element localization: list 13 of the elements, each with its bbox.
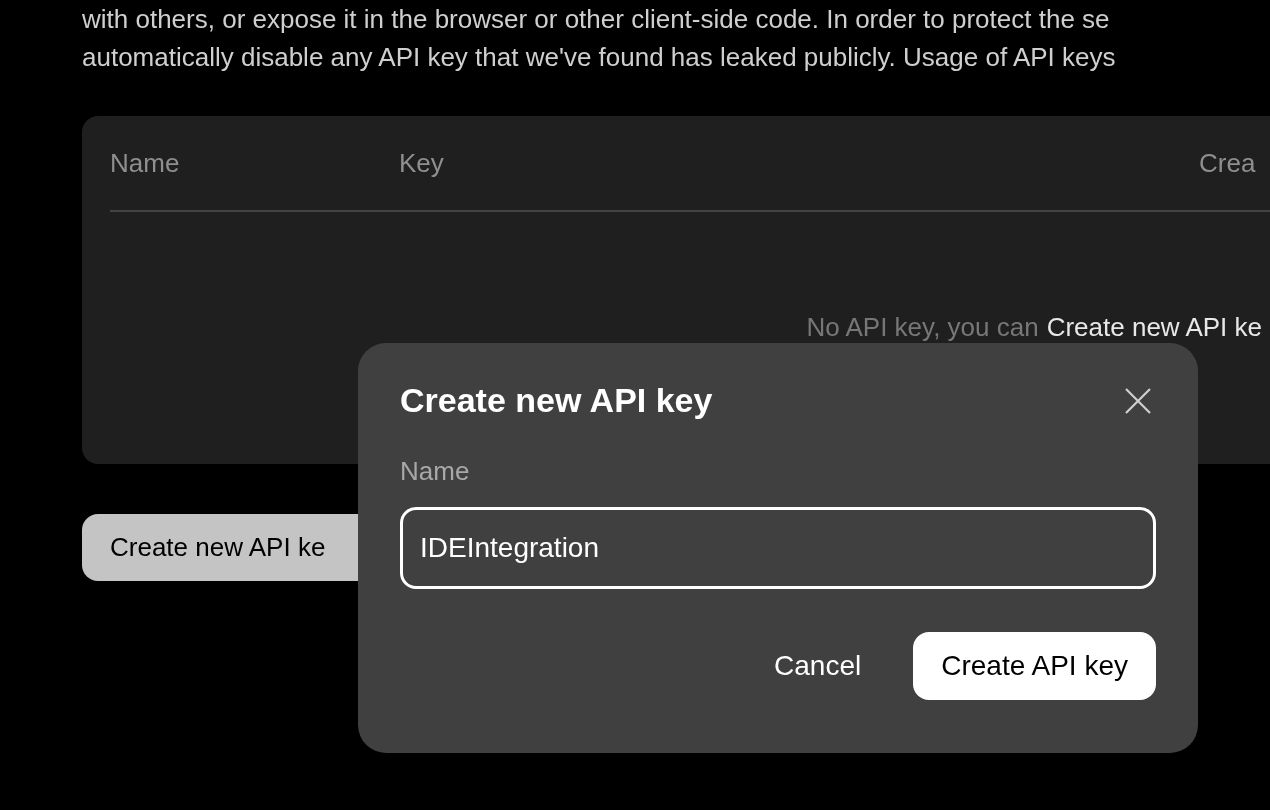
column-header: Name xyxy=(110,147,181,179)
column-header: Crea xyxy=(1199,147,1256,179)
empty-message: No API key, you can xyxy=(806,312,1039,343)
dialog-title: Create new API key xyxy=(400,381,713,420)
close-icon[interactable] xyxy=(1124,386,1152,415)
cancel-button[interactable]: Cancel xyxy=(774,632,862,700)
column-header: Key xyxy=(399,147,445,179)
create-key-link[interactable]: Create new API ke xyxy=(1046,312,1262,343)
field-label: Name xyxy=(400,456,471,487)
create-button[interactable]: Create API key xyxy=(913,632,1156,700)
description-text: automatically disable any API key that we've found has leaked publicly. Usage of API keys xyxy=(82,41,1116,74)
name-input[interactable]: IDEIntegration xyxy=(400,507,1156,589)
description-text: with others, or expose it in the browser or other client-side code. In order to protect the se xyxy=(82,3,1110,36)
